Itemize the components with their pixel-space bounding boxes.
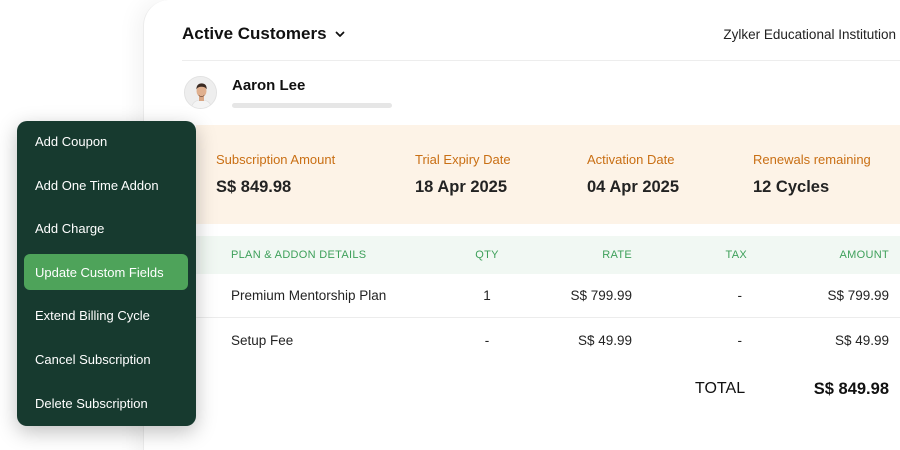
subscription-actions-menu: Add Coupon Add One Time Addon Add Charge… <box>17 121 196 426</box>
customer-info: Aaron Lee <box>184 76 392 109</box>
total-label: TOTAL <box>695 380 746 397</box>
item-qty: 1 <box>483 288 491 303</box>
column-header-tax: TAX <box>725 249 747 261</box>
menu-item-cancel-subscription[interactable]: Cancel Subscription <box>24 341 188 377</box>
menu-item-add-coupon[interactable]: Add Coupon <box>24 123 188 159</box>
column-header-amount: AMOUNT <box>839 249 889 261</box>
table-row: Setup Fee - S$ 49.99 - S$ 49.99 <box>196 319 900 363</box>
menu-item-delete-subscription[interactable]: Delete Subscription <box>24 385 188 421</box>
summary-renewals-remaining: Renewals remaining 12 Cycles <box>753 152 871 197</box>
summary-trial-expiry: Trial Expiry Date 18 Apr 2025 <box>415 152 511 197</box>
item-tax: - <box>737 333 743 348</box>
summary-value: 18 Apr 2025 <box>415 178 508 196</box>
items-table-header: PLAN & ADDON DETAILS QTY RATE TAX AMOUNT <box>196 236 900 274</box>
menu-item-extend-billing-cycle[interactable]: Extend Billing Cycle <box>24 297 188 333</box>
summary-subscription-amount: Subscription Amount S$ 849.98 <box>216 152 335 197</box>
summary-label: Activation Date <box>587 152 675 167</box>
subscription-summary: Subscription Amount S$ 849.98 Trial Expi… <box>196 125 900 224</box>
view-selector[interactable]: Active Customers <box>182 24 347 44</box>
card-header: Active Customers Zylker Educational Inst… <box>182 22 899 46</box>
table-row: Premium Mentorship Plan 1 S$ 799.99 - S$… <box>196 274 900 318</box>
menu-item-add-one-time-addon[interactable]: Add One Time Addon <box>24 167 188 203</box>
item-name: Premium Mentorship Plan <box>231 288 387 303</box>
person-avatar-icon <box>185 77 216 108</box>
summary-value: 04 Apr 2025 <box>587 178 680 196</box>
summary-value: S$ 849.98 <box>216 178 292 196</box>
menu-item-add-charge[interactable]: Add Charge <box>24 210 188 246</box>
summary-activation-date: Activation Date 04 Apr 2025 <box>587 152 679 197</box>
item-name: Setup Fee <box>231 333 294 348</box>
subscription-card: Active Customers Zylker Educational Inst… <box>143 0 900 450</box>
summary-label: Renewals remaining <box>753 152 871 167</box>
item-tax: - <box>737 288 743 303</box>
item-amount: S$ 799.99 <box>827 288 889 303</box>
summary-label: Subscription Amount <box>216 152 336 167</box>
summary-label: Trial Expiry Date <box>415 152 511 167</box>
header-divider <box>182 60 900 61</box>
column-header-plan: PLAN & ADDON DETAILS <box>231 249 367 261</box>
chevron-down-icon <box>335 31 344 37</box>
menu-item-update-custom-fields[interactable]: Update Custom Fields <box>24 254 188 290</box>
item-amount: S$ 49.99 <box>834 333 889 348</box>
summary-value: 12 Cycles <box>753 178 830 196</box>
total-value: S$ 849.98 <box>813 380 889 398</box>
customer-detail-placeholder <box>232 103 392 108</box>
item-rate: S$ 799.99 <box>570 288 632 303</box>
column-header-qty: QTY <box>475 249 499 261</box>
customer-name: Aaron Lee <box>232 77 306 94</box>
view-title: Active Customers <box>182 24 327 43</box>
organization-name: Zylker Educational Institution <box>723 26 896 42</box>
column-header-rate: RATE <box>602 249 632 261</box>
avatar <box>184 76 217 109</box>
item-rate: S$ 49.99 <box>577 333 632 348</box>
item-qty: - <box>484 333 490 348</box>
